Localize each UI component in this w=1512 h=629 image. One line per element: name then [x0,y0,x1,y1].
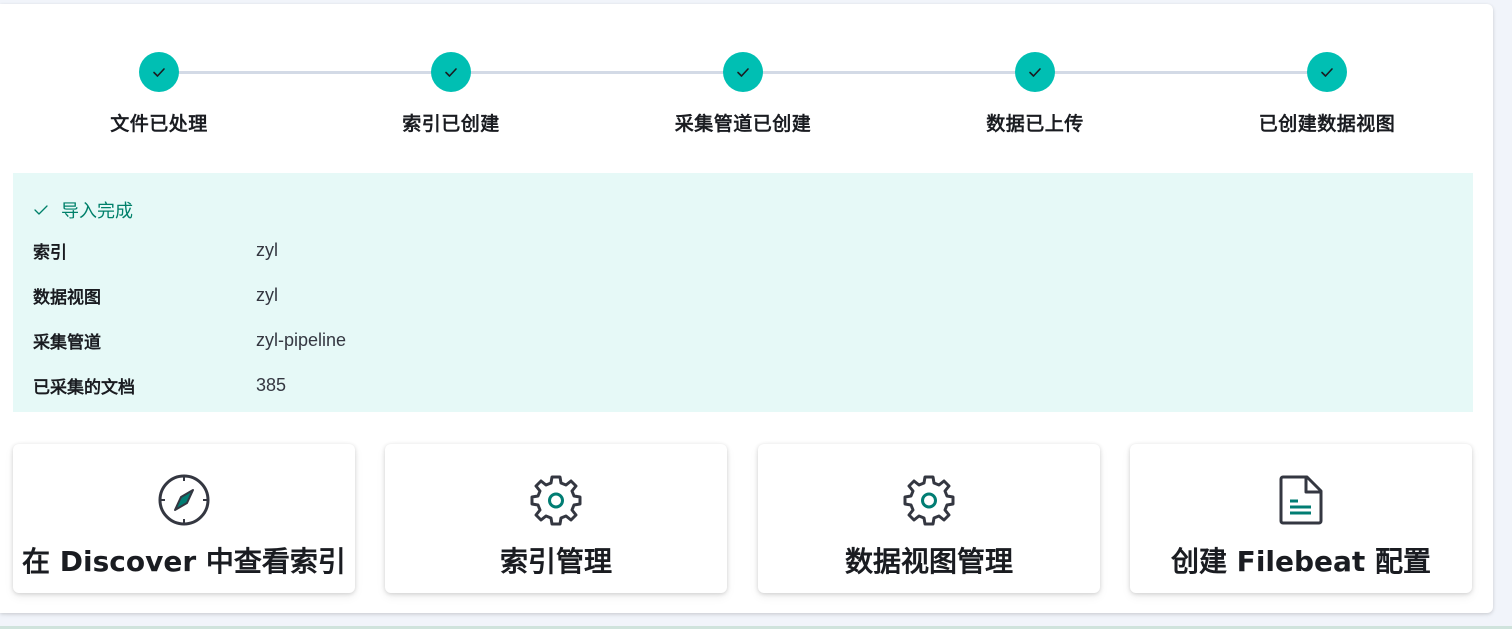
view-in-discover-card[interactable]: 在 Discover 中查看索引 [13,444,355,593]
callout-title-text: 导入完成 [61,201,133,222]
step-pipeline-created: 采集管道已创建 [597,52,889,136]
result-value: zyl [256,284,278,305]
result-row-docs-ingested: 已采集的文档 385 [33,373,287,398]
index-management-card[interactable]: 索引管理 [385,444,727,593]
result-label: 采集管道 [33,332,101,353]
step-title: 索引已创建 [402,113,500,135]
create-filebeat-config-card[interactable]: 创建 Filebeat 配置 [1130,444,1472,593]
card-title: 创建 Filebeat 配置 [1170,545,1432,578]
result-value: zyl [256,239,278,260]
step-index-created: 索引已创建 [305,52,597,136]
card-title: 在 Discover 中查看索引 [22,545,346,578]
step-complete-check-icon [723,52,763,92]
step-title: 数据已上传 [986,113,1084,135]
card-title: 数据视图管理 [844,545,1013,578]
import-steps: 文件已处理 索引已创建 采集管道已创建 数据已上传 已创建数据视图 [13,4,1473,154]
result-label: 已采集的文档 [33,377,135,398]
result-row-index: 索引 zyl [33,238,278,263]
card-title: 索引管理 [499,545,612,578]
check-icon [34,205,48,215]
import-complete-callout: 导入完成 索引 zyl 数据视图 zyl 采集管道 zyl-pipeline 已… [13,173,1473,412]
step-complete-check-icon [1307,52,1347,92]
compass-icon [156,472,212,528]
import-summary-panel: 文件已处理 索引已创建 采集管道已创建 数据已上传 已创建数据视图 导入完成 索… [0,4,1493,613]
data-view-management-card[interactable]: 数据视图管理 [758,444,1100,593]
step-complete-check-icon [1015,52,1055,92]
result-value: zyl-pipeline [256,329,347,350]
gear-icon [901,472,957,528]
step-complete-check-icon [139,52,179,92]
result-value: 385 [256,374,287,395]
gear-icon [528,472,584,528]
step-data-view-created: 已创建数据视图 [1181,52,1473,136]
step-title: 采集管道已创建 [674,113,812,135]
result-label: 数据视图 [33,287,101,308]
step-data-uploaded: 数据已上传 [889,52,1181,136]
step-file-processed: 文件已处理 [13,52,305,136]
result-row-data-view: 数据视图 zyl [33,283,278,308]
step-complete-check-icon [431,52,471,92]
callout-title: 导入完成 [33,197,133,223]
step-title: 文件已处理 [110,113,208,135]
step-title: 已创建数据视图 [1258,113,1396,135]
document-icon [1273,472,1329,528]
result-row-pipeline: 采集管道 zyl-pipeline [33,328,347,353]
result-label: 索引 [33,242,67,263]
